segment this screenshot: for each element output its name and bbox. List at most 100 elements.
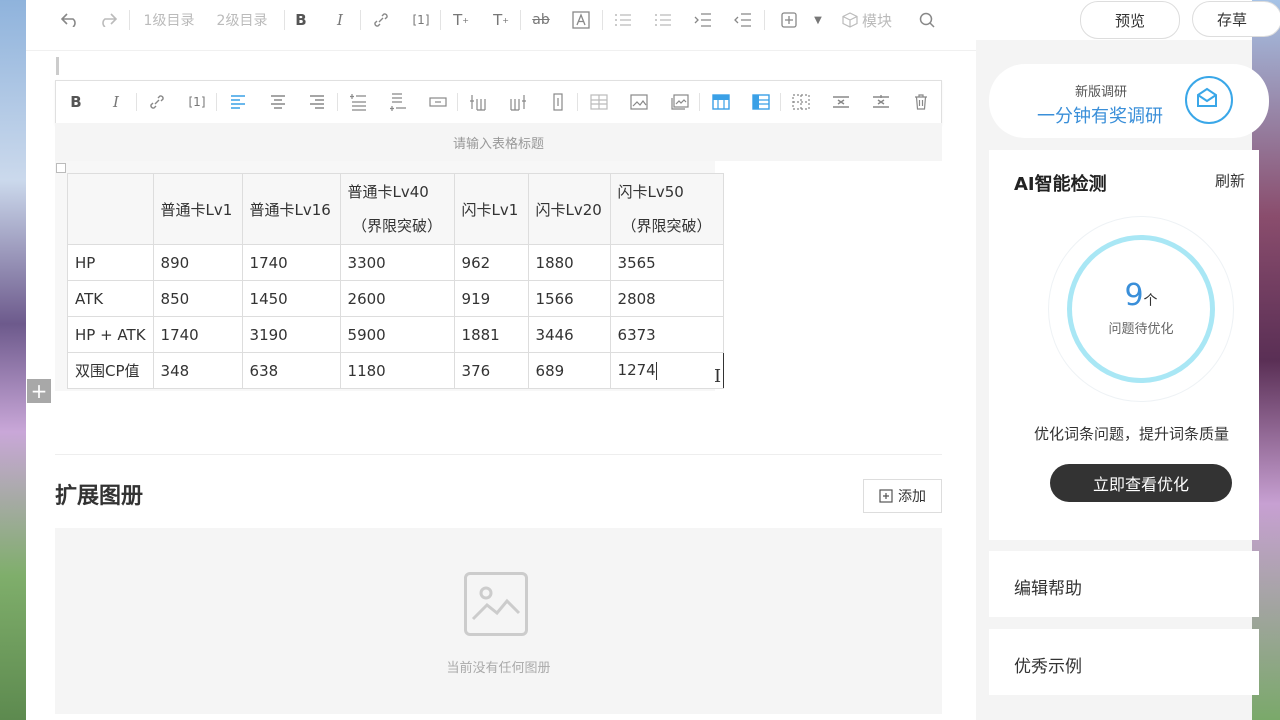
header-row-icon[interactable] <box>710 92 732 112</box>
insert-col-right-icon[interactable] <box>507 92 529 112</box>
table-link-icon[interactable] <box>146 92 168 112</box>
table-cell[interactable]: 3565 <box>609 244 724 281</box>
link-icon[interactable] <box>370 8 392 32</box>
add-album-button[interactable]: 添加 <box>863 479 942 513</box>
preview-button[interactable]: 预览 <box>1080 1 1180 39</box>
ai-check-title: AI智能检测 <box>1014 174 1107 195</box>
table-cell[interactable]: 1740 <box>241 244 341 281</box>
table-cell[interactable]: HP + ATK <box>67 316 154 353</box>
insert-row-below-icon[interactable] <box>387 92 409 112</box>
table-cell[interactable]: 1180 <box>339 352 455 389</box>
survey-banner[interactable]: 新版调研 一分钟有奖调研 <box>989 64 1269 138</box>
text-cursor-icon: I <box>714 366 722 387</box>
table-cell[interactable]: 5900 <box>339 316 455 353</box>
table-cell[interactable]: 1880 <box>527 244 611 281</box>
table-cell[interactable]: 1740 <box>152 316 243 353</box>
dropdown-arrow-icon[interactable]: ▼ <box>810 8 826 32</box>
table-header-cell[interactable]: 闪卡Lv1 <box>453 173 529 245</box>
undo-icon[interactable] <box>60 8 80 32</box>
add-icon <box>879 489 893 503</box>
table-cell[interactable]: 1881 <box>453 316 529 353</box>
module-button[interactable]: 模块 <box>838 8 896 32</box>
table-cell[interactable]: 638 <box>241 352 341 389</box>
table-header-cell[interactable] <box>67 173 154 245</box>
table-caption-input[interactable]: 请输入表格标题 <box>55 123 942 161</box>
table-cell[interactable]: 1450 <box>241 280 341 317</box>
survey-gift-icon <box>1185 76 1233 124</box>
view-optimization-button[interactable]: 立即查看优化 <box>1050 464 1232 502</box>
table-header-cell[interactable]: 普通卡Lv40 （界限突破） <box>339 173 455 245</box>
table-resize-handle[interactable] <box>56 163 66 173</box>
bold-icon[interactable]: B <box>291 8 311 32</box>
table-italic-icon[interactable]: I <box>105 92 127 112</box>
table-cell[interactable]: 6373 <box>609 316 724 353</box>
superscript-icon[interactable]: T + <box>450 8 472 32</box>
align-left-icon[interactable] <box>227 92 249 112</box>
table-cell[interactable]: 2808 <box>609 280 724 317</box>
gallery-icon[interactable] <box>669 92 691 112</box>
align-right-icon[interactable] <box>306 92 328 112</box>
merge-cells-icon[interactable] <box>588 92 610 112</box>
issue-count-unit: 个 <box>1143 293 1158 309</box>
table-header-cell[interactable]: 闪卡Lv20 <box>527 173 611 245</box>
subscript-icon[interactable]: T + <box>490 8 512 32</box>
insert-row-above-icon[interactable] <box>347 92 369 112</box>
ordered-list-icon[interactable] <box>612 8 634 32</box>
table-header-cell[interactable]: 普通卡Lv1 <box>152 173 243 245</box>
italic-icon[interactable]: I <box>330 8 350 32</box>
outdent-icon[interactable] <box>732 8 754 32</box>
align-center-icon[interactable] <box>267 92 289 112</box>
table-cell[interactable]: 1566 <box>527 280 611 317</box>
top-toolbar: 1级目录 2级目录 B I [1] T + T + ab ▼ 模块 预览 存草 <box>26 0 1280 40</box>
table-cell[interactable]: 348 <box>152 352 243 389</box>
examples-card[interactable]: 优秀示例 <box>989 629 1259 695</box>
survey-title: 一分钟有奖调研 <box>1037 106 1163 127</box>
unordered-list-icon[interactable] <box>652 8 674 32</box>
strikethrough-icon[interactable]: ab <box>530 8 552 32</box>
refresh-button[interactable]: 刷新 <box>1215 170 1245 191</box>
data-table: 普通卡Lv1 普通卡Lv16 普通卡Lv40 （界限突破） 闪卡Lv1 闪卡Lv20 闪卡L… <box>67 173 724 389</box>
empty-image-icon <box>464 572 528 636</box>
table-cell[interactable]: 919 <box>453 280 529 317</box>
table-cell[interactable]: 双围CP值 <box>67 352 154 389</box>
table-cell[interactable]: 3190 <box>241 316 341 353</box>
reference-icon[interactable]: [1] <box>410 8 432 32</box>
table-cell[interactable]: 890 <box>152 244 243 281</box>
redo-icon[interactable] <box>98 8 118 32</box>
table-cell[interactable]: 2600 <box>339 280 455 317</box>
table-cell[interactable]: HP <box>67 244 154 281</box>
table-header-cell[interactable]: 闪卡Lv50 （界限突破） <box>609 173 724 245</box>
table-header-cell[interactable]: 普通卡Lv16 <box>241 173 341 245</box>
delete-row-icon[interactable] <box>427 92 449 112</box>
issue-count: 9个 <box>1067 278 1215 313</box>
delete-col-icon[interactable] <box>547 92 569 112</box>
table-toolbar: B I [1] <box>55 80 942 125</box>
insert-col-left-icon[interactable] <box>467 92 489 112</box>
table-cell[interactable]: ATK <box>67 280 154 317</box>
delete-table-icon[interactable] <box>910 92 932 112</box>
text-color-icon[interactable] <box>570 8 592 32</box>
table-bold-icon[interactable]: B <box>65 92 87 112</box>
add-block-button[interactable]: + <box>27 379 51 403</box>
table-reference-icon[interactable]: [1] <box>186 92 208 112</box>
search-icon[interactable] <box>916 8 938 32</box>
table-row: ATK 850 1450 2600 919 1566 2808 <box>67 280 724 317</box>
heading2-button[interactable]: 2级目录 <box>213 8 271 32</box>
insert-block-icon[interactable] <box>778 8 800 32</box>
table-cell[interactable]: 1274 <box>609 352 724 389</box>
table-cell[interactable]: 3300 <box>339 244 455 281</box>
image-icon[interactable] <box>628 92 650 112</box>
edit-help-card[interactable]: 编辑帮助 <box>989 551 1259 617</box>
table-cell[interactable]: 376 <box>453 352 529 389</box>
table-cell[interactable]: 850 <box>152 280 243 317</box>
header-col-icon[interactable] <box>750 92 772 112</box>
delete-row-alt-icon[interactable] <box>830 92 852 112</box>
indent-icon[interactable] <box>692 8 714 32</box>
save-draft-button[interactable]: 存草 <box>1192 1 1280 37</box>
table-cell[interactable]: 962 <box>453 244 529 281</box>
delete-col-alt-icon[interactable] <box>870 92 892 112</box>
split-cells-icon[interactable] <box>790 92 812 112</box>
table-cell[interactable]: 3446 <box>527 316 611 353</box>
heading1-button[interactable]: 1级目录 <box>140 8 198 32</box>
table-cell[interactable]: 689 <box>527 352 611 389</box>
